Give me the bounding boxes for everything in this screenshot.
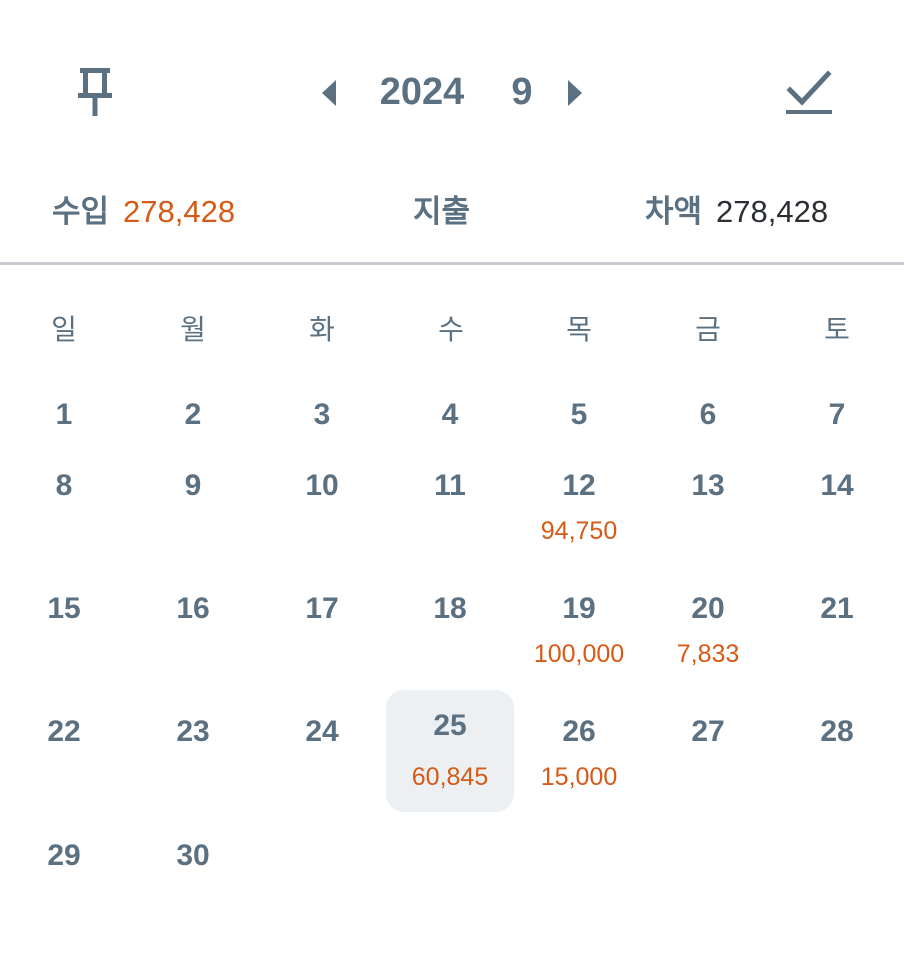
- day-number: 28: [820, 715, 854, 748]
- day-number: 26: [562, 715, 596, 748]
- day-number: 3: [313, 398, 331, 431]
- day-cell[interactable]: 11: [386, 466, 514, 588]
- day-number: 30: [176, 839, 210, 872]
- day-number: 2: [184, 398, 202, 431]
- day-cell[interactable]: 29: [0, 836, 128, 958]
- day-cell[interactable]: 27: [644, 712, 772, 834]
- day-cell[interactable]: 28: [773, 712, 901, 834]
- day-cell[interactable]: 9: [129, 466, 257, 588]
- day-number: 7: [828, 398, 846, 431]
- day-number: 1: [55, 398, 73, 431]
- day-cell[interactable]: 13: [644, 466, 772, 588]
- day-cell[interactable]: 14: [773, 466, 901, 588]
- day-cell[interactable]: 25 60,845: [386, 690, 514, 812]
- day-cell[interactable]: 19 100,000: [515, 589, 643, 711]
- day-amount: 60,845: [411, 763, 489, 791]
- day-number: 14: [820, 469, 854, 502]
- day-number: 16: [176, 592, 210, 625]
- day-number: 11: [434, 469, 466, 502]
- day-number: 13: [691, 469, 725, 502]
- day-cell[interactable]: 22: [0, 712, 128, 834]
- day-number: 22: [47, 715, 81, 748]
- day-number: 17: [305, 592, 339, 625]
- day-number: 18: [433, 592, 467, 625]
- day-number: 15: [47, 592, 81, 625]
- day-number: 9: [184, 469, 202, 502]
- day-number: 21: [820, 592, 854, 625]
- day-cell[interactable]: 16: [129, 589, 257, 711]
- day-cell[interactable]: 24: [258, 712, 386, 834]
- day-amount: 7,833: [676, 640, 740, 668]
- day-cell[interactable]: 8: [0, 466, 128, 588]
- day-number: 5: [570, 398, 588, 431]
- day-number: 24: [305, 715, 339, 748]
- day-number: 29: [47, 839, 81, 872]
- day-amount: 94,750: [540, 517, 618, 545]
- day-cell[interactable]: 23: [129, 712, 257, 834]
- day-cell[interactable]: 12 94,750: [515, 466, 643, 588]
- day-number: 8: [55, 469, 73, 502]
- day-cell[interactable]: 17: [258, 589, 386, 711]
- day-cell[interactable]: 30: [129, 836, 257, 958]
- day-number: 23: [176, 715, 210, 748]
- day-cell[interactable]: 20 7,833: [644, 589, 772, 711]
- day-cell[interactable]: 26 15,000: [515, 712, 643, 834]
- day-number: 19: [562, 592, 596, 625]
- day-number: 20: [691, 592, 725, 625]
- day-number: 25: [433, 709, 467, 742]
- day-number: 27: [691, 715, 725, 748]
- day-amount: 15,000: [540, 763, 618, 791]
- day-cell[interactable]: 21: [773, 589, 901, 711]
- day-number: 12: [562, 469, 596, 502]
- day-cell[interactable]: 15: [0, 589, 128, 711]
- day-cell[interactable]: 10: [258, 466, 386, 588]
- day-number: 10: [305, 469, 339, 502]
- day-number: 6: [699, 398, 717, 431]
- calendar-grid: 1 2 3 4 5 6 7 8 9 10 11 12 94,750 13 14 15 16 17 18 19 100,0…: [0, 0, 904, 897]
- day-amount: 100,000: [533, 640, 625, 668]
- day-number: 4: [441, 398, 459, 431]
